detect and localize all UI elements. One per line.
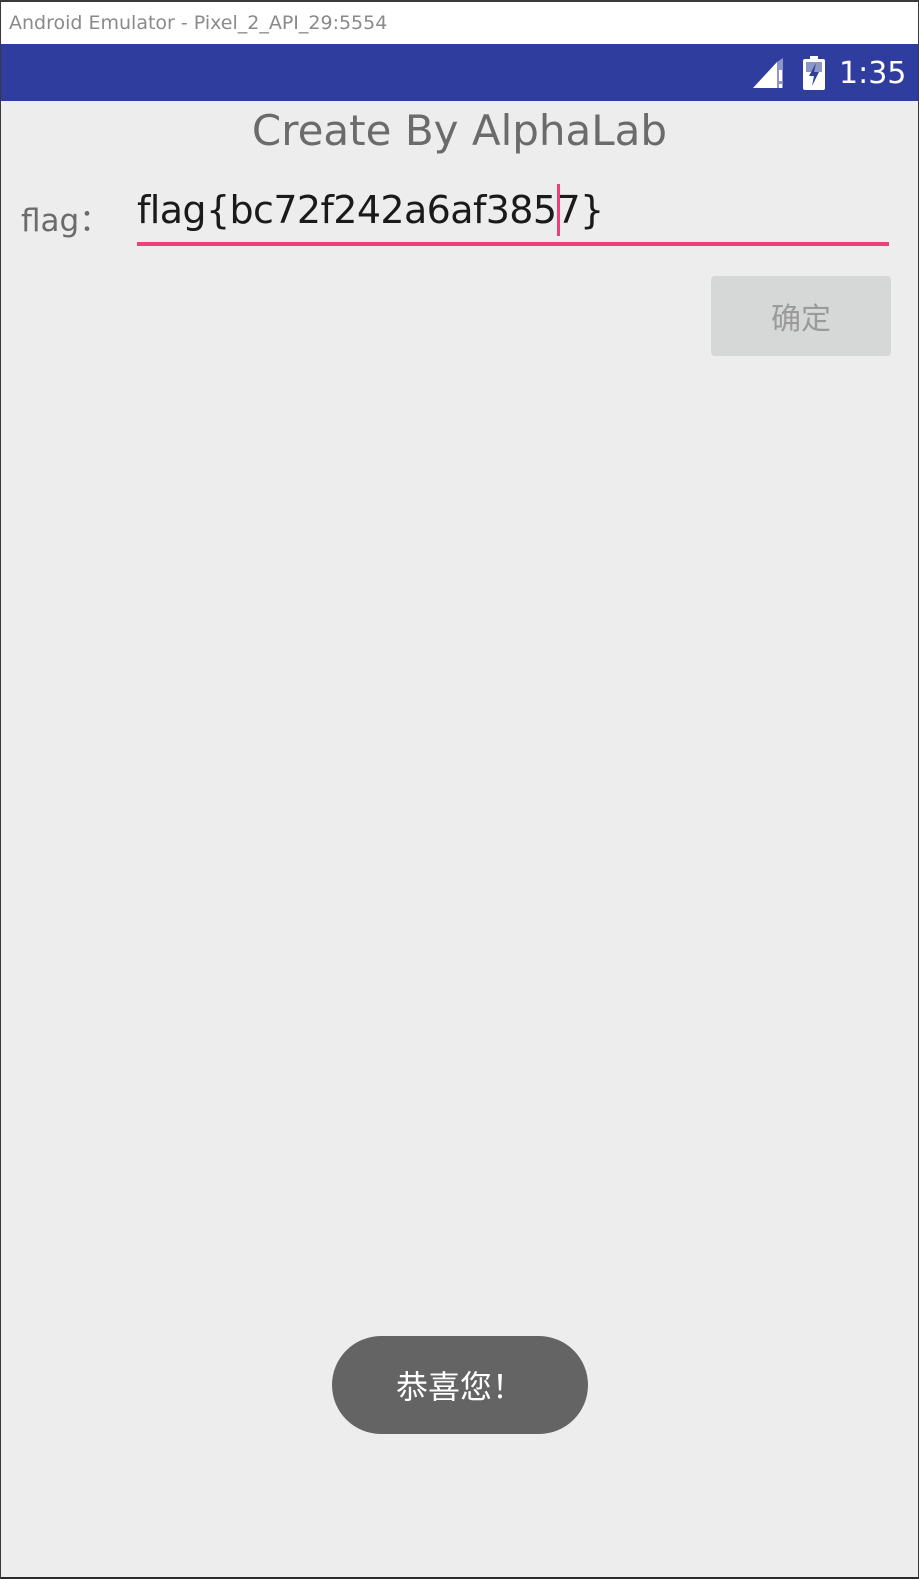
battery-charging-icon [803, 56, 825, 90]
confirm-button[interactable]: 确定 [711, 276, 891, 356]
toast-message: 恭喜您！ [332, 1336, 588, 1434]
cell-signal-icon [753, 58, 783, 88]
window-title: Android Emulator - Pixel_2_API_29:5554 [9, 12, 388, 34]
flag-input-value: flag{bc72f242a6af3857} [137, 188, 604, 232]
app-title: Create By AlphaLab [251, 106, 668, 155]
android-status-bar: 1:35 [1, 44, 918, 101]
flag-label: flag： [21, 203, 111, 239]
status-time: 1:35 [839, 56, 907, 91]
text-caret [557, 184, 560, 236]
flag-input[interactable]: flag{bc72f242a6af3857} [137, 182, 889, 246]
window-titlebar[interactable]: Android Emulator - Pixel_2_API_29:5554 [1, 0, 918, 44]
emulator-window: Android Emulator - Pixel_2_API_29:5554 1… [0, 0, 919, 1579]
